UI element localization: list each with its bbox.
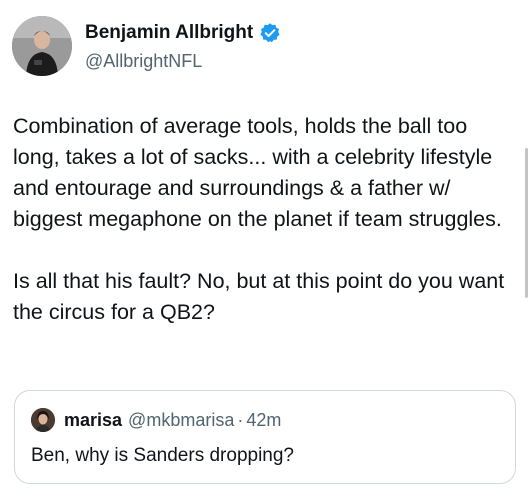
quoted-avatar-photo-icon xyxy=(31,408,55,432)
author-name-row: Benjamin Allbright xyxy=(85,22,281,44)
quoted-tweet-card[interactable]: marisa @mkbmarisa · 42m Ben, why is Sand… xyxy=(14,390,516,484)
quoted-tweet-meta: marisa @mkbmarisa · 42m xyxy=(64,409,281,431)
quoted-author-handle: @mkbmarisa xyxy=(128,410,235,430)
tweet-paragraph: Combination of average tools, holds the … xyxy=(13,114,502,231)
quoted-tweet-timestamp: 42m xyxy=(246,410,282,430)
author-handle[interactable]: @AllbrightNFL xyxy=(85,50,202,72)
tweet-paragraph: Is all that his fault? No, but at this p… xyxy=(13,269,505,324)
author-display-name[interactable]: Benjamin Allbright xyxy=(85,22,253,44)
quoted-tweet-text: Ben, why is Sanders dropping? xyxy=(31,445,294,466)
quoted-author-avatar xyxy=(31,408,55,432)
author-avatar[interactable] xyxy=(12,16,72,76)
verified-badge-icon xyxy=(259,22,281,44)
quoted-author-display-name: marisa xyxy=(64,410,123,430)
avatar-photo-icon xyxy=(12,16,72,76)
meta-separator: · xyxy=(237,410,244,430)
tweet: Benjamin Allbright @AllbrightNFL Combina… xyxy=(0,0,529,500)
scrollbar-thumb[interactable] xyxy=(525,148,528,298)
tweet-body: Combination of average tools, holds the … xyxy=(13,111,513,328)
